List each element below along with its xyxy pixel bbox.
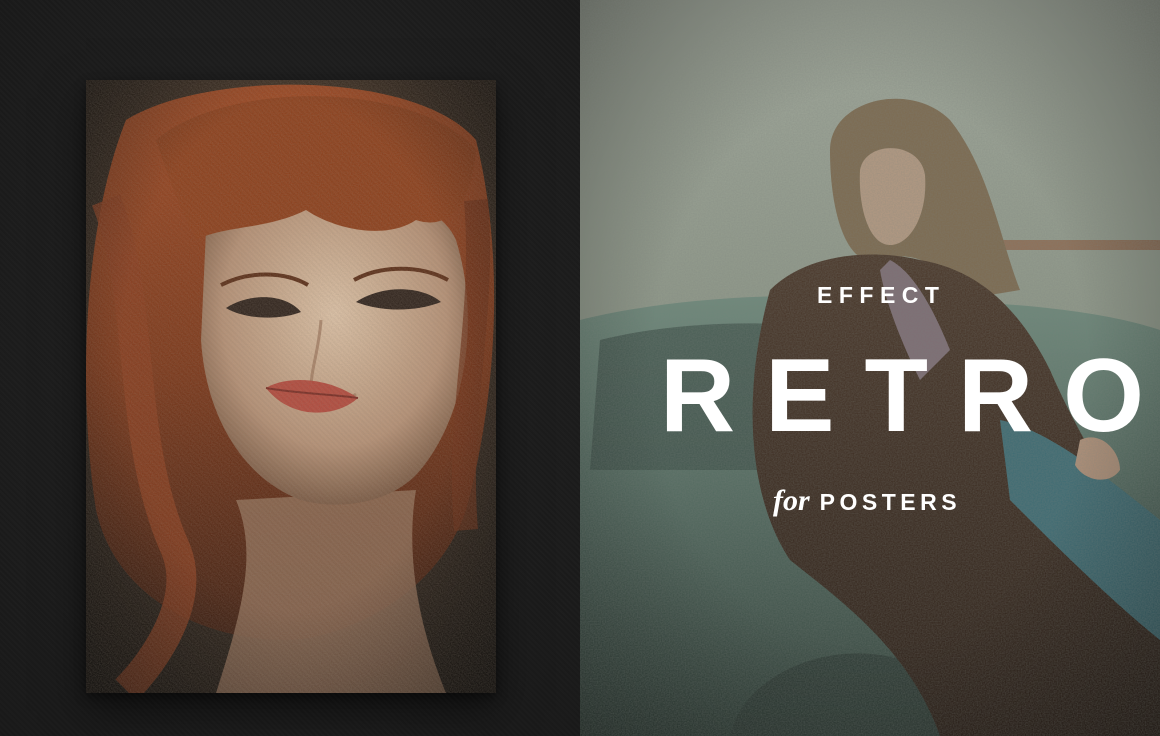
portrait-photo: [86, 80, 496, 693]
left-panel: [0, 0, 580, 736]
poster-stage: EFFECT RETRO for POSTERS: [0, 0, 1160, 736]
right-panel: EFFECT RETRO for POSTERS: [580, 0, 1160, 736]
car-scene-illustration: [580, 0, 1160, 736]
portrait-illustration: [86, 80, 496, 693]
